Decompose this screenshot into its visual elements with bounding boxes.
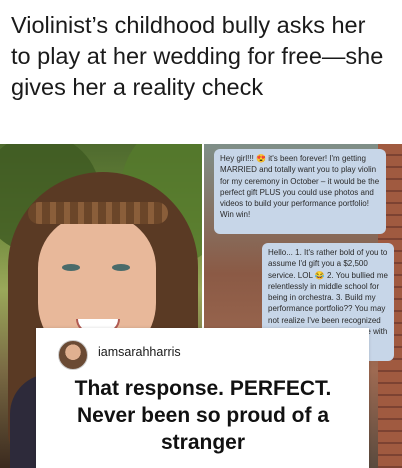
headline: Violinist’s childhood bully asks her to … (11, 12, 384, 100)
comment-username[interactable]: iamsarahharris (98, 345, 181, 359)
avatar (58, 340, 88, 370)
message-bubble-incoming: Hey girl!!! 😍 it's been forever! I'm get… (214, 149, 386, 234)
comment-text: That response. PERFECT. Never been so pr… (74, 377, 332, 454)
